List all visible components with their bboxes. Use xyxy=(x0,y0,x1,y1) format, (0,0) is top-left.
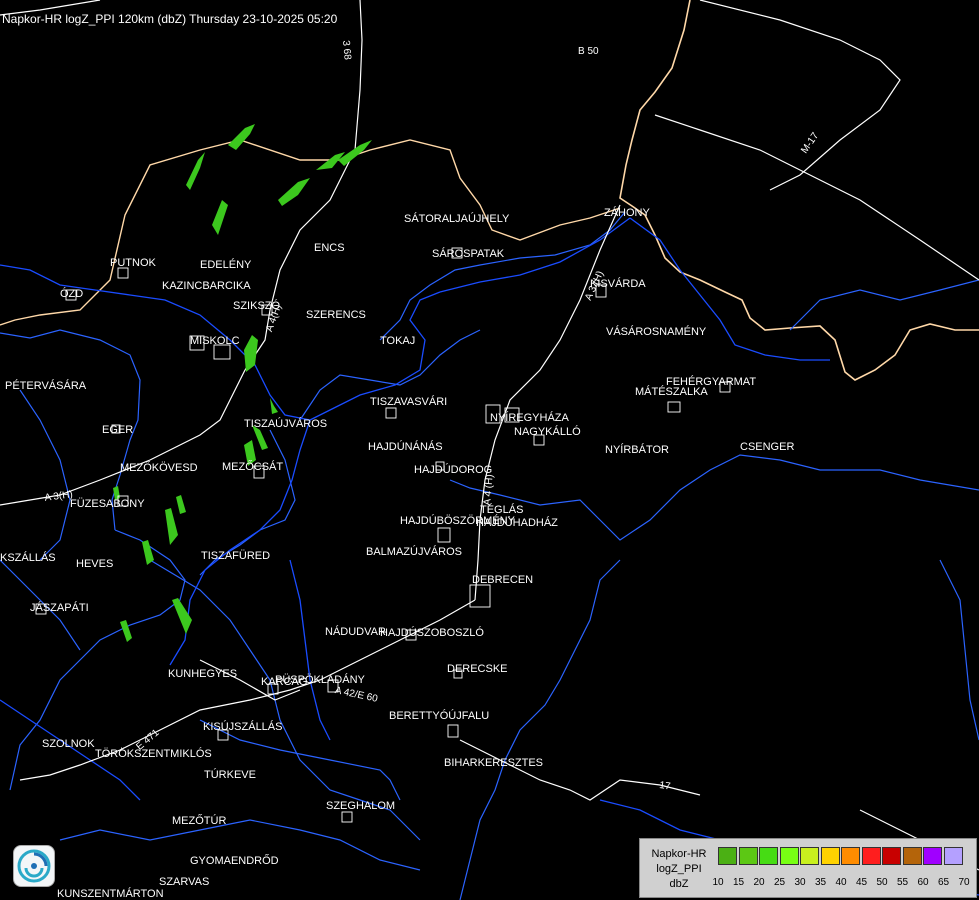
legend-tick-label: 45 xyxy=(855,877,868,888)
road-label: 3 68 xyxy=(340,39,353,61)
city-label: NYÍRBÁTOR xyxy=(605,444,669,456)
legend-swatch xyxy=(923,847,942,865)
city-label: NYÍREGYHÁZA xyxy=(490,412,569,424)
city-label: DERECSKE xyxy=(447,663,508,675)
legend-title-line: logZ_PPI xyxy=(656,863,702,875)
country-border xyxy=(619,0,979,381)
country-border xyxy=(0,139,621,326)
city-label: HAJDÚDOROG xyxy=(414,464,493,476)
city-label: TISZAFÜRED xyxy=(201,550,271,562)
legend-tick-label: 30 xyxy=(794,877,806,888)
legend-swatch xyxy=(861,847,881,865)
legend-tick-label: 35 xyxy=(814,877,827,888)
city-label: SZOLNOK xyxy=(42,738,95,750)
city-label: MÁTÉSZALKA xyxy=(635,386,708,398)
road-label: 17 xyxy=(658,780,672,793)
legend-tick-label: 60 xyxy=(917,877,929,888)
radar-logo-icon xyxy=(13,845,55,887)
city-label: TÖRÖKSZENTMIKLÓS xyxy=(95,748,212,760)
city-label: PÜSPÖKLADÁNY xyxy=(275,674,365,686)
city-label: KSZÁLLÁS xyxy=(0,552,56,564)
radar-echoes xyxy=(113,124,372,642)
map-title: Napkor-HR logZ_PPI 120km (dbZ) Thursday … xyxy=(2,12,338,26)
city-label: TISZAVASVÁRI xyxy=(370,396,448,408)
legend-tick-label: 20 xyxy=(753,877,765,888)
legend-swatch xyxy=(943,847,963,865)
legend-swatch xyxy=(779,847,799,865)
legend-swatch xyxy=(841,847,860,865)
legend-tick-label: 70 xyxy=(958,877,970,888)
echo-cell xyxy=(142,540,154,565)
city-label: KISÚJSZÁLLÁS xyxy=(203,721,283,733)
city-label: TOKAJ xyxy=(380,335,416,347)
legend-swatch xyxy=(882,847,901,865)
city-label: HAJDÚNÁNÁS xyxy=(368,441,443,453)
city-label: FÜZESABONY xyxy=(70,498,145,510)
echo-cell xyxy=(176,495,186,514)
city-label: PÉTERVÁSÁRA xyxy=(5,380,87,392)
city-label: DEBRECEN xyxy=(472,574,534,586)
city-label: ENCS xyxy=(314,242,345,254)
city-label: MEZŐTÚR xyxy=(172,815,227,827)
city-label: NAGYKÁLLÓ xyxy=(514,426,581,438)
color-scale-legend: Napkor-HR logZ_PPI dbZ 10 15 20 25 30 35 40 45 5… xyxy=(639,838,977,898)
legend-swatch xyxy=(718,847,737,865)
city-label: HAJDÚSZOBOSZLÓ xyxy=(380,627,484,639)
city-label: PUTNOK xyxy=(110,257,156,269)
city-label: EGER xyxy=(102,424,134,436)
city-label: KUNHEGYES xyxy=(168,668,238,680)
city-label: HAJDÚHADHÁZ xyxy=(476,517,558,529)
city-label: ÓZD xyxy=(60,288,84,300)
city-label: SÁTORALJAÚJHELY xyxy=(404,213,510,225)
city-label: MEZŐKÖVESD xyxy=(120,462,198,474)
city-label: SZERENCS xyxy=(306,309,366,321)
city-label: ZÁHONY xyxy=(604,207,650,219)
legend-title: Napkor-HR logZ_PPI dbZ xyxy=(644,847,714,892)
city-label: BALMAZÚJVÁROS xyxy=(366,546,462,558)
city-label: EDELÉNY xyxy=(200,259,252,271)
legend-swatch xyxy=(759,847,778,865)
legend-title-line: dbZ xyxy=(669,878,689,890)
echo-cell xyxy=(212,200,228,235)
legend-swatch xyxy=(738,847,758,865)
city-label: NÁDUDVAR xyxy=(325,626,386,638)
legend-tick-label: 15 xyxy=(732,877,745,888)
legend-tick-label: 40 xyxy=(835,877,847,888)
road-label: B 50 xyxy=(578,46,599,57)
echo-cell xyxy=(186,152,205,190)
legend-tick-label: 25 xyxy=(773,877,786,888)
city-label: TÚRKEVE xyxy=(204,769,256,781)
city-label: CSENGER xyxy=(740,441,795,453)
echo-cell xyxy=(228,124,255,150)
legend-title-line: Napkor-HR xyxy=(651,848,707,860)
city-label: BIHARKERESZTES xyxy=(444,757,544,769)
city-label: BERETTYÓÚJFALU xyxy=(389,710,490,722)
city-label: SÁROSPATAK xyxy=(432,248,505,260)
city-label: GYOMAENDRŐD xyxy=(190,855,279,867)
city-label: JÁSZAPÁTI xyxy=(30,602,89,614)
city-label: VÁSÁROSNAMÉNY xyxy=(606,326,707,338)
echo-cell xyxy=(278,178,310,206)
legend-tick-label: 55 xyxy=(896,877,909,888)
city-label: TISZAÚJVÁROS xyxy=(244,418,328,430)
city-label: SZEGHALOM xyxy=(326,800,396,812)
city-label: SZARVAS xyxy=(159,876,210,888)
legend-tick-label: 10 xyxy=(712,877,724,888)
legend-swatch xyxy=(800,847,819,865)
echo-cell xyxy=(120,620,132,642)
echo-cell xyxy=(165,508,178,545)
legend-swatch xyxy=(902,847,922,865)
legend-tick-label: 50 xyxy=(876,877,888,888)
city-label: MISKOLC xyxy=(190,335,240,347)
city-label: HEVES xyxy=(76,558,114,570)
legend-tick-label: 65 xyxy=(937,877,950,888)
city-label: KUNSZENTMÁRTON xyxy=(57,888,164,900)
city-label: MEZŐCSÁT xyxy=(222,461,284,473)
city-label: KAZINCBARCIKA xyxy=(162,280,251,292)
legend-swatch xyxy=(820,847,840,865)
